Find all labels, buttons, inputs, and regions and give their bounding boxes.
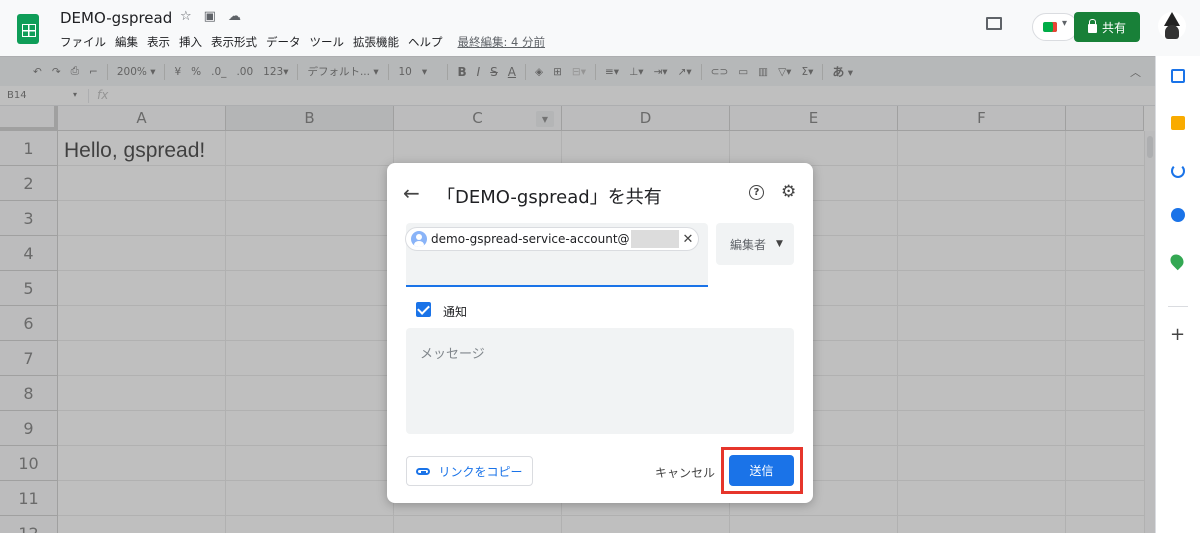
doc-title[interactable]: DEMO-gspread [60, 9, 172, 27]
menu-format[interactable]: 表示形式 [211, 34, 257, 50]
menu-bar: ファイル 編集 表示 挿入 表示形式 データ ツール 拡張機能 ヘルプ 最終編集… [60, 34, 545, 50]
title-icons: ☆ ▣ ☁ [180, 9, 241, 24]
redacted-domain [630, 230, 679, 248]
gear-icon[interactable]: ⚙ [781, 182, 796, 202]
avatar[interactable] [1158, 12, 1186, 40]
menu-extensions[interactable]: 拡張機能 [353, 34, 399, 50]
menu-file[interactable]: ファイル [60, 34, 106, 50]
lock-icon [1087, 18, 1097, 33]
add-addon-icon[interactable]: + [1170, 324, 1185, 345]
send-button[interactable]: 送信 [729, 455, 794, 486]
menu-tools[interactable]: ツール [310, 34, 345, 50]
menu-help[interactable]: ヘルプ [408, 34, 443, 50]
sheets-logo-icon[interactable] [17, 14, 39, 44]
help-icon[interactable]: ? [749, 185, 764, 200]
comment-history-icon[interactable] [986, 17, 1002, 30]
cloud-status-icon[interactable]: ☁ [228, 9, 241, 24]
role-select[interactable]: 編集者 ▼ [716, 223, 794, 265]
role-value: 編集者 [730, 237, 767, 252]
menu-insert[interactable]: 挿入 [179, 34, 202, 50]
recipient-chip[interactable]: demo-gspread-service-account@ ✕ [405, 227, 699, 251]
back-arrow-icon[interactable]: ← [403, 181, 420, 205]
app-header: DEMO-gspread ☆ ▣ ☁ ファイル 編集 表示 挿入 表示形式 デー… [0, 0, 1200, 56]
message-textarea[interactable]: メッセージ [406, 328, 794, 434]
keep-icon[interactable] [1171, 116, 1185, 130]
calendar-icon[interactable] [1171, 69, 1185, 83]
maps-icon[interactable] [1167, 251, 1187, 271]
star-icon[interactable]: ☆ [180, 9, 192, 24]
notify-label: 通知 [443, 305, 468, 319]
meet-button[interactable] [1032, 13, 1078, 41]
contacts-icon[interactable] [1171, 208, 1185, 222]
move-folder-icon[interactable]: ▣ [204, 9, 216, 24]
cancel-button[interactable]: キャンセル [655, 464, 715, 481]
copy-link-label: リンクをコピー [438, 464, 523, 479]
menu-view[interactable]: 表示 [147, 34, 170, 50]
last-edit-link[interactable]: 最終編集: 4 分前 [458, 34, 546, 50]
side-panel: + [1155, 56, 1200, 533]
share-dialog: ← 「DEMO-gspread」を共有 ? ⚙ demo-gspread-ser… [387, 163, 813, 503]
person-avatar-icon [411, 231, 427, 247]
tasks-icon[interactable] [1171, 164, 1185, 178]
chevron-down-icon: ▼ [776, 239, 783, 249]
close-icon[interactable]: ✕ [683, 232, 694, 247]
side-panel-divider [1168, 306, 1188, 307]
notify-checkbox[interactable] [416, 302, 431, 317]
header-actions: 共有 [940, 10, 1200, 46]
copy-link-button[interactable]: リンクをコピー [406, 456, 533, 486]
dialog-title: 「DEMO-gspread」を共有 [437, 187, 662, 208]
link-icon [416, 467, 431, 475]
message-placeholder: メッセージ [420, 347, 485, 362]
share-button[interactable]: 共有 [1074, 12, 1140, 42]
recipient-email: demo-gspread-service-account@ [431, 232, 630, 246]
menu-data[interactable]: データ [266, 34, 301, 50]
share-label: 共有 [1101, 20, 1126, 35]
menu-edit[interactable]: 編集 [115, 34, 138, 50]
